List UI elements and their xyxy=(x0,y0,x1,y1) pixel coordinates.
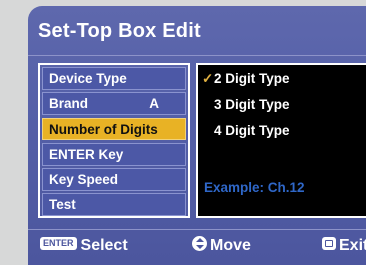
menu-item-label: Key Speed xyxy=(49,172,119,188)
option-2-digit-type[interactable]: ✓2 Digit Type xyxy=(202,69,290,89)
screen-frame: Set-Top Box Edit Device Type Brand A Num… xyxy=(0,0,366,265)
enter-key-icon: ENTER xyxy=(40,237,77,251)
move-hint-label: Move xyxy=(210,237,251,254)
select-hint: ENTER Select xyxy=(40,236,128,256)
menu-item-label: Test xyxy=(49,197,76,213)
option-label: 2 Digit Type xyxy=(214,71,290,86)
checkmark-icon: ✓ xyxy=(202,71,214,86)
settings-menu: Device Type Brand A Number of Digits ENT… xyxy=(38,63,190,218)
page-title: Set-Top Box Edit xyxy=(38,20,201,42)
exit-icon xyxy=(322,237,336,251)
option-label: 4 Digit Type xyxy=(214,123,290,138)
menu-item-device-type[interactable]: Device Type xyxy=(42,67,186,90)
up-down-arrow-icon xyxy=(192,236,207,252)
options-panel: ✓2 Digit Type 3 Digit Type 4 Digit Type … xyxy=(196,63,366,218)
menu-item-label: Number of Digits xyxy=(49,121,158,137)
menu-item-brand[interactable]: Brand A xyxy=(42,92,186,116)
footer-divider xyxy=(28,229,366,230)
move-hint: Move xyxy=(192,236,251,256)
option-label: 3 Digit Type xyxy=(214,97,290,112)
title-divider xyxy=(28,55,366,56)
menu-item-test[interactable]: Test xyxy=(42,193,186,217)
menu-item-label: ENTER Key xyxy=(49,146,124,162)
exit-hint: Exit xyxy=(322,236,366,256)
menu-item-label: Brand xyxy=(49,96,89,112)
menu-item-label: Device Type xyxy=(49,71,127,86)
option-4-digit-type[interactable]: 4 Digit Type xyxy=(202,121,290,141)
option-3-digit-type[interactable]: 3 Digit Type xyxy=(202,95,290,115)
menu-item-number-of-digits[interactable]: Number of Digits xyxy=(42,117,186,141)
exit-hint-label: Exit xyxy=(339,237,366,254)
menu-item-value: A xyxy=(149,96,159,112)
menu-item-key-speed[interactable]: Key Speed xyxy=(42,168,186,191)
menu-item-enter-key[interactable]: ENTER Key xyxy=(42,142,186,166)
example-text: Example: Ch.12 xyxy=(204,180,305,195)
select-hint-label: Select xyxy=(80,237,128,254)
